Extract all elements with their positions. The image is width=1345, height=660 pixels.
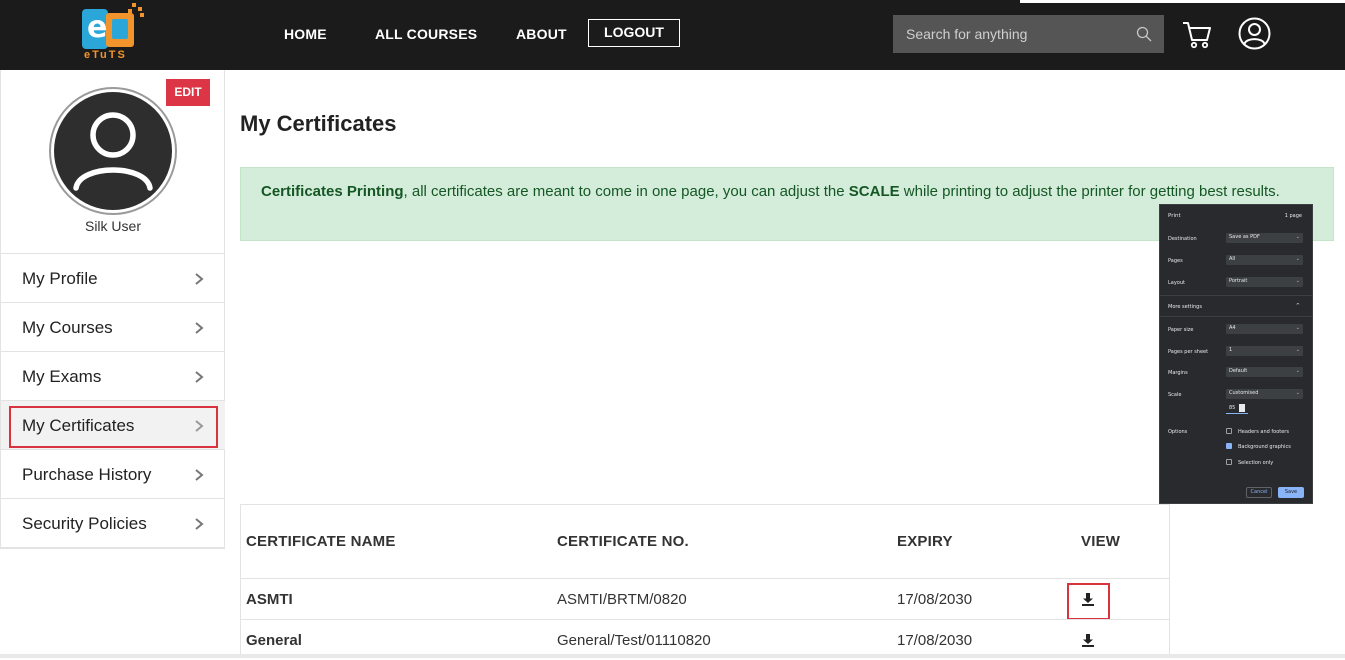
pd-pages-per-sheet-select: 1 ⌄	[1226, 346, 1303, 356]
pd-scale-value: Customised	[1229, 390, 1259, 396]
cart-icon[interactable]	[1181, 18, 1213, 50]
sidebar-item-label: Security Policies	[22, 514, 147, 533]
alert-bold-scale: SCALE	[848, 183, 900, 200]
pd-layout-select: Portrait ⌄	[1226, 277, 1303, 287]
search-icon[interactable]	[1136, 26, 1152, 42]
avatar	[49, 87, 177, 215]
pd-opt-selection: Selection only	[1238, 460, 1274, 466]
pd-destination-label: Destination	[1168, 236, 1197, 242]
logo-dots	[124, 3, 144, 17]
pd-layout-value: Portrait	[1229, 278, 1248, 284]
pd-collapse-icon: ^	[1295, 303, 1300, 309]
cell-certificate-name: ASMTI	[246, 591, 293, 608]
sidebar-item-my-courses[interactable]: My Courses	[1, 303, 225, 352]
pd-destination-value: Save as PDF	[1229, 234, 1260, 240]
sidebar-item-label: Purchase History	[22, 465, 152, 484]
sidebar-item-my-exams[interactable]: My Exams	[1, 352, 225, 401]
logo-book-mark	[106, 13, 134, 47]
cell-expiry: 17/08/2030	[897, 632, 973, 649]
col-header-name: CERTIFICATE NAME	[246, 533, 396, 550]
pd-more-settings: More settings	[1168, 304, 1202, 310]
certificates-table: CERTIFICATE NAME CERTIFICATE NO. EXPIRY …	[240, 504, 1170, 658]
nav-home[interactable]: HOME	[284, 26, 327, 42]
pd-divider	[1160, 316, 1312, 317]
sidebar-item-security-policies[interactable]: Security Policies	[1, 499, 225, 548]
sidebar-item-label: My Exams	[22, 367, 102, 386]
pd-checkbox-headers	[1226, 428, 1232, 434]
pd-scale-select: Customised ⌄	[1226, 389, 1303, 399]
pd-divider	[1160, 295, 1312, 296]
sidebar-item-label: My Profile	[22, 269, 98, 288]
alert-bold-heading: Certificates Printing	[261, 183, 404, 200]
pd-margins-label: Margins	[1168, 370, 1188, 376]
page-title: My Certificates	[240, 111, 397, 136]
cell-certificate-name: General	[246, 632, 302, 649]
pd-pages-label: Pages	[1168, 258, 1183, 264]
pd-scale-input: 85	[1226, 404, 1248, 414]
pd-scale-number: 85	[1229, 405, 1236, 411]
pd-title: Print	[1168, 213, 1181, 219]
pd-pages-per-sheet-label: Pages per sheet	[1168, 349, 1209, 355]
logout-button[interactable]: LOGOUT	[588, 19, 680, 47]
pd-paper-size-value: A4	[1229, 325, 1236, 331]
horizontal-scrollbar[interactable]	[0, 654, 1345, 658]
sidebar-item-label: My Courses	[22, 318, 113, 337]
sidebar-item-purchase-history[interactable]: Purchase History	[1, 450, 225, 499]
pd-pages-value: All	[1229, 256, 1236, 262]
nav-all-courses[interactable]: ALL COURSES	[375, 26, 477, 42]
sidebar-item-my-profile[interactable]: My Profile	[1, 254, 225, 303]
chevron-right-icon	[195, 469, 204, 481]
chevron-right-icon	[195, 371, 204, 383]
pd-options-label: Options	[1168, 429, 1188, 435]
logo-text: eTuTS	[84, 49, 127, 61]
pd-opt-headers: Headers and footers	[1238, 429, 1289, 435]
alert-text-1: , all certificates are meant to come in …	[403, 183, 849, 200]
top-navbar: e eTuTS HOME ALL COURSES ABOUT LOGOUT	[0, 0, 1345, 70]
col-header-number: CERTIFICATE NO.	[557, 533, 689, 550]
print-dialog-screenshot: Print 1 page Destination Save as PDF ⌄ Pa…	[1159, 204, 1313, 504]
cell-expiry: 17/08/2030	[897, 591, 973, 608]
cell-certificate-number: ASMTI/BRTM/0820	[557, 591, 687, 608]
sidebar: EDIT Silk User My Profile My Courses My …	[0, 70, 225, 549]
pd-paper-size-label: Paper size	[1168, 327, 1194, 333]
active-item-highlight	[9, 406, 218, 448]
pd-scale-label: Scale	[1168, 392, 1182, 398]
pd-pages-select: All ⌄	[1226, 255, 1303, 265]
edit-profile-button[interactable]: EDIT	[166, 79, 210, 106]
chevron-right-icon	[195, 518, 204, 530]
chevron-right-icon	[195, 322, 204, 334]
pd-checkbox-background	[1226, 443, 1232, 449]
top-edge-line	[1020, 0, 1345, 3]
etuts-logo[interactable]: e eTuTS	[80, 3, 146, 61]
cell-certificate-number: General/Test/01110820	[557, 632, 711, 649]
chevron-right-icon	[195, 273, 204, 285]
download-icon[interactable]	[1081, 633, 1095, 647]
pd-save-button: Save	[1278, 487, 1304, 498]
search-input[interactable]	[893, 15, 1133, 53]
pd-destination-select: Save as PDF ⌄	[1226, 233, 1303, 243]
profile-card: EDIT Silk User	[1, 70, 225, 254]
table-row: ASMTI ASMTI/BRTM/0820 17/08/2030	[241, 578, 1169, 619]
pd-layout-label: Layout	[1168, 280, 1185, 286]
search-bar	[893, 15, 1164, 53]
col-header-expiry: EXPIRY	[897, 533, 953, 550]
logo-e-mark: e	[82, 9, 108, 49]
pd-checkbox-selection	[1226, 459, 1232, 465]
alert-text-2: while printing to adjust the printer for…	[899, 183, 1280, 200]
pd-opt-background: Background graphics	[1238, 444, 1291, 450]
user-name: Silk User	[84, 218, 141, 234]
pd-cancel-button: Cancel	[1246, 487, 1272, 498]
pd-paper-size-select: A4 ⌄	[1226, 324, 1303, 334]
col-header-view: VIEW	[1081, 533, 1121, 550]
pd-pages-count: 1 page	[1284, 213, 1302, 219]
pd-pages-per-sheet-value: 1	[1229, 347, 1233, 353]
pd-margins-select: Default ⌄	[1226, 367, 1303, 377]
pd-margins-value: Default	[1229, 368, 1248, 374]
user-circle-icon[interactable]	[1238, 17, 1271, 50]
download-highlight	[1067, 583, 1110, 620]
nav-about[interactable]: ABOUT	[516, 26, 567, 42]
